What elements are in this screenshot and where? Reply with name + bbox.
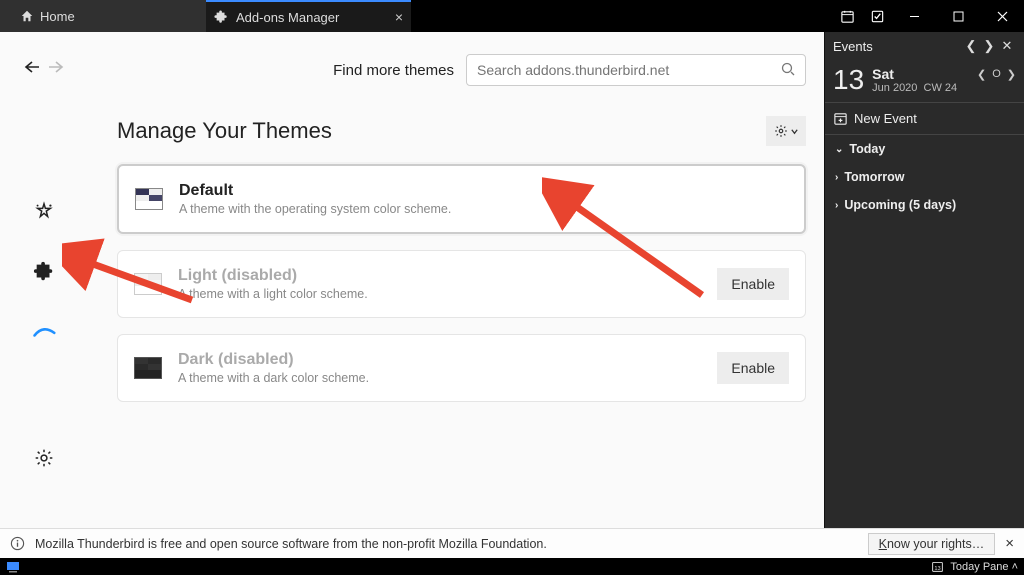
- theme-desc: A theme with a dark color scheme.: [178, 371, 701, 385]
- theme-desc: A theme with the operating system color …: [179, 202, 788, 216]
- events-section-tomorrow-label: Tomorrow: [844, 170, 904, 184]
- tab-close-button[interactable]: ×: [395, 9, 403, 25]
- section-title: Manage Your Themes: [117, 118, 766, 144]
- recommendations-category[interactable]: [30, 198, 58, 226]
- theme-name: Default: [179, 182, 788, 200]
- events-day-number: 13: [833, 66, 864, 94]
- events-day-prev-button[interactable]: ❮: [977, 68, 986, 81]
- theme-card-dark[interactable]: Dark (disabled) A theme with a dark colo…: [117, 334, 806, 402]
- info-icon: [10, 536, 25, 551]
- window-minimize-button[interactable]: [892, 0, 936, 32]
- back-button[interactable]: [24, 60, 40, 74]
- events-cw: CW 24: [924, 82, 958, 94]
- today-pane-button[interactable]: Today Pane ˄: [950, 561, 1018, 573]
- enable-button[interactable]: Enable: [717, 268, 789, 300]
- tab-addons-manager[interactable]: Add-ons Manager ×: [206, 0, 411, 32]
- chevron-right-icon: ›: [835, 172, 838, 183]
- theme-thumbnail-icon: [134, 273, 162, 295]
- taskbar-app-icon[interactable]: [6, 561, 20, 573]
- section-gear-menu[interactable]: [766, 116, 806, 146]
- home-icon: [20, 9, 34, 23]
- tab-home-label: Home: [40, 9, 75, 24]
- theme-thumbnail-icon: [135, 188, 163, 210]
- window-close-button[interactable]: [980, 0, 1024, 32]
- window-maximize-button[interactable]: [936, 0, 980, 32]
- search-icon[interactable]: [780, 61, 796, 77]
- events-day-next-button[interactable]: ❯: [1007, 68, 1016, 81]
- find-themes-label: Find more themes: [333, 62, 454, 79]
- events-section-upcoming[interactable]: › Upcoming (5 days): [825, 191, 1024, 219]
- tab-addons-label: Add-ons Manager: [236, 10, 339, 25]
- theme-name: Dark (disabled): [178, 351, 701, 369]
- events-day-today-button[interactable]: O: [992, 68, 1001, 80]
- chevron-right-icon: ›: [835, 200, 838, 211]
- theme-card-light[interactable]: Light (disabled) A theme with a light co…: [117, 250, 806, 318]
- events-prev-button[interactable]: ❮: [962, 38, 980, 54]
- events-section-upcoming-label: Upcoming (5 days): [844, 198, 956, 212]
- new-event-icon: [833, 111, 848, 126]
- events-section-today-label: Today: [849, 142, 885, 156]
- theme-thumbnail-icon: [134, 357, 162, 379]
- settings-category[interactable]: [30, 444, 58, 472]
- events-close-button[interactable]: ✕: [998, 38, 1016, 54]
- tasks-toolbar-button[interactable]: [862, 0, 892, 32]
- theme-name: Light (disabled): [178, 267, 701, 285]
- status-rights-button[interactable]: KKnow your rights…now your rights…: [868, 533, 996, 555]
- events-section-tomorrow[interactable]: › Tomorrow: [825, 163, 1024, 191]
- today-pane-icon: 13: [931, 560, 944, 573]
- new-event-button[interactable]: New Event: [825, 103, 1024, 135]
- chevron-down-icon: ⌄: [835, 144, 843, 155]
- events-month-year: Jun 2020: [872, 82, 917, 94]
- events-section-today[interactable]: ⌄ Today: [825, 135, 1024, 163]
- events-next-button[interactable]: ❯: [980, 38, 998, 54]
- extensions-category[interactable]: [30, 258, 58, 286]
- calendar-toolbar-button[interactable]: [832, 0, 862, 32]
- status-close-button[interactable]: ×: [1005, 535, 1014, 552]
- new-event-label: New Event: [854, 111, 917, 126]
- events-panel-title: Events: [833, 39, 962, 54]
- tab-home[interactable]: Home: [16, 0, 206, 32]
- status-message: Mozilla Thunderbird is free and open sou…: [35, 537, 547, 551]
- search-input[interactable]: [466, 54, 806, 86]
- svg-text:13: 13: [935, 566, 941, 572]
- theme-card-default[interactable]: Default A theme with the operating syste…: [117, 164, 806, 234]
- enable-button[interactable]: Enable: [717, 352, 789, 384]
- puzzle-icon: [214, 10, 228, 24]
- themes-category[interactable]: [30, 318, 58, 346]
- events-day-name: Sat: [872, 66, 977, 82]
- theme-desc: A theme with a light color scheme.: [178, 287, 701, 301]
